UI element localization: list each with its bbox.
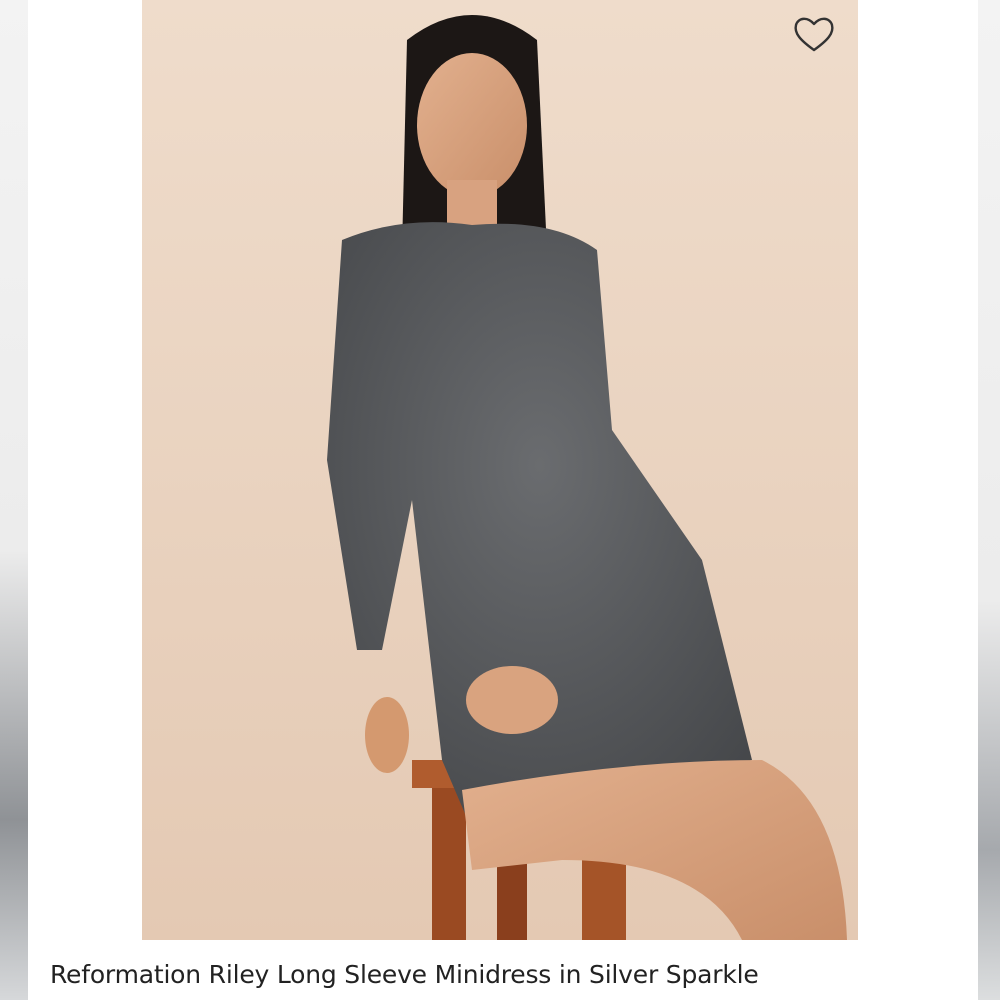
hand-left xyxy=(365,697,409,773)
right-edge xyxy=(978,0,1000,1000)
listing-title[interactable]: Reformation Riley Long Sleeve Minidress … xyxy=(50,960,759,989)
face xyxy=(417,53,527,197)
product-photo[interactable] xyxy=(142,0,858,940)
model-illustration xyxy=(327,15,847,940)
listing-frame: Reformation Riley Long Sleeve Minidress … xyxy=(0,0,1000,1000)
favorite-heart-icon[interactable] xyxy=(792,14,836,54)
hand-right xyxy=(466,666,558,734)
caption-bar: Reformation Riley Long Sleeve Minidress … xyxy=(28,940,978,1000)
left-edge xyxy=(0,0,28,1000)
